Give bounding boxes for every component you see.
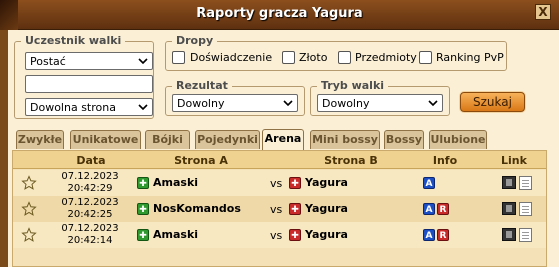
faction-red-icon: ✚ <box>289 229 301 241</box>
faction-red-icon: ✚ <box>289 177 301 189</box>
side-a-player[interactable]: Amaski <box>153 228 198 241</box>
faction-green-icon: ✚ <box>137 203 149 215</box>
vs-label: vs <box>270 203 283 216</box>
header-link: Link <box>501 154 527 167</box>
report-document-icon[interactable] <box>519 176 532 190</box>
table-row: 07.12.2023 20:42:14 ✚ Amaski vs ✚ Yagura … <box>13 222 546 248</box>
star-favorite-icon[interactable] <box>21 227 37 243</box>
row-date: 07.12.2023 20:42:29 <box>61 171 119 194</box>
tab-arena[interactable]: Arena <box>262 129 304 150</box>
window-content: Uczestnik walki Postać Dowolna strona Dr… <box>8 30 559 267</box>
header-date: Data <box>76 154 106 167</box>
gold-checkbox[interactable] <box>282 51 295 64</box>
window-title: Raporty gracza Yagura <box>196 6 363 21</box>
side-b-player[interactable]: Yagura <box>305 228 348 241</box>
tab-regular[interactable]: Zwykłe <box>16 130 64 149</box>
side-a-player[interactable]: Amaski <box>153 176 198 189</box>
ranking-badge-icon: R <box>437 203 449 215</box>
tab-mini-bosses[interactable]: Mini bossy <box>310 130 380 149</box>
arena-badge-icon: A <box>423 229 435 241</box>
reports-window: Raporty gracza Yagura X Uczestnik walki … <box>0 0 559 267</box>
chevron-down-icon <box>283 100 293 107</box>
star-favorite-icon[interactable] <box>21 175 37 191</box>
table-row: 07.12.2023 20:42:25 ✚ NosKomandos vs ✚ Ya… <box>13 196 546 222</box>
tab-favorites[interactable]: Ulubione <box>429 130 487 149</box>
arena-badge-icon: A <box>423 177 435 189</box>
table-header: Data Strona A Strona B Info Link <box>13 151 546 169</box>
result-legend: Rezultat <box>172 79 232 92</box>
tab-duels[interactable]: Pojedynki <box>195 130 260 149</box>
experience-checkbox[interactable] <box>172 51 185 64</box>
header-side-a: Strona A <box>174 154 228 167</box>
report-document-icon[interactable] <box>519 202 532 216</box>
close-button[interactable]: X <box>535 4 551 20</box>
header-side-b: Strona B <box>324 154 378 167</box>
participant-fieldset: Uczestnik walki Postać Dowolna strona <box>14 34 154 119</box>
gold-label: Złoto <box>299 51 328 64</box>
header-info: Info <box>432 154 458 167</box>
mode-legend: Tryb walki <box>317 79 389 92</box>
faction-green-icon: ✚ <box>137 229 149 241</box>
arena-badge-icon: A <box>423 203 435 215</box>
items-checkbox[interactable] <box>338 51 351 64</box>
experience-label: Doświadczenie <box>190 51 273 64</box>
items-label: Przedmioty <box>355 51 417 64</box>
vs-label: vs <box>270 177 283 190</box>
mode-select[interactable]: Dowolny <box>317 94 443 112</box>
ranking-badge-icon: R <box>437 229 449 241</box>
tab-brawls[interactable]: Bójki <box>145 130 190 149</box>
participant-legend: Uczestnik walki <box>21 34 126 47</box>
participant-name-input[interactable] <box>25 75 153 93</box>
participant-type-select[interactable]: Postać <box>25 52 153 70</box>
result-select[interactable]: Dowolny <box>172 94 298 112</box>
row-date: 07.12.2023 20:42:25 <box>61 197 119 220</box>
side-b-player[interactable]: Yagura <box>305 176 348 189</box>
tab-bosses[interactable]: Bossy <box>384 130 424 149</box>
side-a-player[interactable]: NosKomandos <box>153 202 241 215</box>
result-fieldset: Rezultat Dowolny <box>165 79 305 116</box>
chevron-down-icon <box>428 100 438 107</box>
drops-legend: Dropy <box>172 34 218 47</box>
mode-fieldset: Tryb walki Dowolny <box>310 79 450 116</box>
chevron-down-icon <box>138 104 148 111</box>
row-date: 07.12.2023 20:42:14 <box>61 223 119 246</box>
faction-green-icon: ✚ <box>137 177 149 189</box>
side-b-player[interactable]: Yagura <box>305 202 348 215</box>
drops-fieldset: Dropy Doświadczenie Złoto Przedmioty Ran… <box>165 34 507 71</box>
pvp-ranking-label: Ranking PvP <box>436 51 504 64</box>
title-bar[interactable]: Raporty gracza Yagura X <box>0 0 559 30</box>
participant-side-select[interactable]: Dowolna strona <box>25 98 153 116</box>
film-replay-icon[interactable] <box>502 228 516 241</box>
table-row: 07.12.2023 20:42:29 ✚ Amaski vs ✚ Yagura … <box>13 170 546 196</box>
film-replay-icon[interactable] <box>502 176 516 189</box>
reports-table: Data Strona A Strona B Info Link 07.12.2… <box>12 150 547 267</box>
tab-unique[interactable]: Unikatowe <box>70 130 141 149</box>
faction-red-icon: ✚ <box>289 203 301 215</box>
star-favorite-icon[interactable] <box>21 201 37 217</box>
pvp-ranking-checkbox[interactable] <box>419 51 432 64</box>
film-replay-icon[interactable] <box>502 202 516 215</box>
search-button[interactable]: Szukaj <box>460 92 525 112</box>
vs-label: vs <box>270 229 283 242</box>
chevron-down-icon <box>138 58 148 65</box>
report-document-icon[interactable] <box>519 228 532 242</box>
